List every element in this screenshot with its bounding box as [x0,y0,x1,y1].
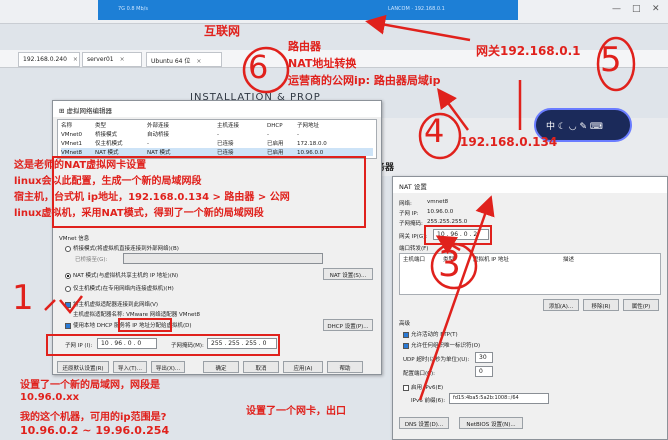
annotation-number-1: 1 [12,278,34,318]
cancel-button[interactable]: 取消 [243,361,279,373]
annotation-teacher-3: 宿主机，台式机 ip地址，192.168.0.134 > 路由器 > 公网 [14,192,290,203]
annotation-gateway: 网关192.168.0.1 [476,44,581,58]
subnet-ip-value: 10.96.0.0 [427,209,454,215]
radio-icon [65,272,71,279]
remove-button[interactable]: 移除(R) [583,299,619,311]
tab-label: Ubuntu 64 位 [151,58,191,65]
annotation-nic-exit: 设置了一个网卡，出口 [246,406,346,417]
gateway-label: 网关 IP(G): [399,234,428,240]
status-left: 7G 0.8 Mb/s [118,6,148,12]
table-row-selected[interactable]: VMnet8 NAT 模式 NAT 模式 已连接 已启用 10.96.0.0 [61,148,373,156]
bridged-to-label: 已桥接至(G): [75,257,108,263]
export-button[interactable]: 导出(X)... [151,361,185,373]
annotation-nat-translate: NAT地址转换 [288,57,357,70]
tab-label: 192.168.0.240 [23,56,67,63]
udp-timeout-label: UDP 超时(以秒为单位)(U): [403,357,470,363]
udp-timeout-field[interactable]: 30 [475,352,493,363]
top-bar: 7G 0.8 Mb/s LANCOM · 192.168.0.1 — □ ✕ [0,0,668,24]
advanced-label: 高级 [399,321,411,327]
annotation-internet: 互联网 [204,24,241,38]
ok-button[interactable]: 确定 [203,361,239,373]
close-icon[interactable]: × [120,56,125,63]
add-button[interactable]: 添加(A)... [543,299,579,311]
allow-ftp-checkbox[interactable]: 允许活动的 FTP(T) [403,330,458,338]
checkbox-icon [403,331,409,338]
checkbox-icon [65,322,71,329]
tab-host-192[interactable]: 192.168.0.240 × [18,52,80,67]
annotation-number-5: 5 [600,40,622,80]
adapter-name-label: 主机虚拟适配器名称: VMware 网络适配器 VMnet8 [73,312,201,318]
annotation-number-4: 4 [424,112,445,150]
ipv6-prefix-label: IPv6 前缀(6): [411,398,446,404]
bridge-mode-radio[interactable]: 桥接模式(将虚拟机直接连接到外部网络)(B) [65,244,179,252]
checkbox-icon [65,301,71,308]
annotation-teacher-2: linux会以此配置，生成一个新的局域网段 [14,176,202,187]
apply-button[interactable]: 应用(A) [283,361,323,373]
close-button[interactable]: ✕ [652,4,660,14]
network-value: vmnet8 [427,199,449,205]
status-right: LANCOM · 192.168.0.1 [388,6,445,12]
app-icon: ⊞ [59,107,67,115]
config-port-field[interactable]: 0 [475,366,493,377]
table-header: 主机端口 类型 虚拟机 IP 地址 描述 [403,257,575,263]
help-button[interactable]: 帮助 [327,361,363,373]
checkbox-icon [403,342,409,349]
annotation-newlan-4: 10.96.0.2 ~ 19.96.0.254 [20,424,170,437]
allow-oui-checkbox[interactable]: 允许任何组织唯一标识符(O) [403,341,480,349]
annotation-isp-ip: 运营商的公网ip: 路由器局域ip [288,74,441,87]
annotation-newlan-3: 我的这个机器，可用的ip范围是? [20,412,167,423]
ime-label: 中 ☾ ◡ ✎ ⌨ [546,122,603,132]
tab-ubuntu[interactable]: Ubuntu 64 位 × [146,52,222,67]
restore-defaults-button[interactable]: 还原默认设置(R) [57,361,109,373]
netbios-settings-button[interactable]: NetBIOS 设置(N)... [459,417,523,429]
vmnet-info-label: VMnet 信息 [59,236,90,242]
network-status-strip: 7G 0.8 Mb/s LANCOM · 192.168.0.1 [98,0,518,20]
tab-label: server01 [87,56,114,63]
annotation-box-gateway [424,225,492,245]
annotation-box-subnet [46,334,280,356]
dialog-title: NAT 设置 [393,177,667,193]
annotation-teacher-4: linux虚拟机，采用NAT模式，得到了一个新的局域网段 [14,208,264,219]
close-icon[interactable]: × [196,58,201,65]
radio-icon [65,245,71,252]
annotation-number-3: 3 [438,244,461,285]
annotation-teacher-1: 这是老师的NAT虚拟网卡设置 [14,160,147,171]
nat-settings-button[interactable]: NAT 设置(S)... [323,268,373,280]
properties-button[interactable]: 属性(P) [623,299,659,311]
network-table: 名称 类型 外部连接 主机连接 DHCP 子网地址 VMnet0 桥接模式 自动桥接 - - - V… [57,119,377,159]
annotation-number-6: 6 [248,48,269,86]
annotation-newlan-1: 设置了一个新的局域网，网段是 [20,380,160,391]
subnet-ip-label: 子网 IP: [399,211,419,217]
table-row[interactable]: VMnet0 桥接模式 自动桥接 - - - [61,130,299,138]
annotation-newlan-2: 10.96.0.xx [20,392,80,403]
table-row[interactable]: VMnet1 仅主机模式 - 已连接 已启用 172.18.0.0 [61,139,327,147]
checkbox-icon [403,384,409,391]
annotation-router: 路由器 [288,40,321,53]
dhcp-settings-button[interactable]: DHCP 设置(P)... [323,319,373,331]
maximize-button[interactable]: □ [632,4,641,14]
enable-ipv6-checkbox[interactable]: 启用 IPv6(E) [403,383,443,391]
radio-icon [65,285,71,292]
connect-adapter-checkbox[interactable]: 将主机虚拟适配器连接到此网络(V) [65,300,158,308]
subnet-mask-label: 子网掩码: [399,221,423,227]
window-title: ⊞ 虚拟网络编辑器 [53,101,381,117]
network-label: 网络: [399,201,412,207]
annotation-box-dhcp [118,318,172,332]
port-forwarding-label: 端口转发(F) [399,246,429,252]
close-icon[interactable]: × [73,56,78,63]
table-header: 名称 类型 外部连接 主机连接 DHCP 子网地址 [61,123,320,129]
config-port-label: 配置端口(C): [403,371,435,377]
ipv6-prefix-field[interactable]: fd15:4ba5:5a2b:1008::/64 [449,393,549,404]
import-button[interactable]: 导入(T)... [113,361,147,373]
annotation-host-ip: 192.168.0.134 [460,135,558,149]
tab-server01[interactable]: server01 × [82,52,142,67]
dns-settings-button[interactable]: DNS 设置(D)... [399,417,449,429]
host-only-radio[interactable]: 仅主机模式(在专用网络内连接虚拟机)(H) [65,284,174,292]
bridged-to-select[interactable] [123,253,323,264]
nat-settings-dialog: NAT 设置 网络: vmnet8 子网 IP: 10.96.0.0 子网掩码:… [392,176,668,440]
minimize-button[interactable]: — [612,4,621,14]
nat-mode-radio[interactable]: NAT 模式(与虚拟机共享主机的 IP 地址)(N) [65,271,178,279]
